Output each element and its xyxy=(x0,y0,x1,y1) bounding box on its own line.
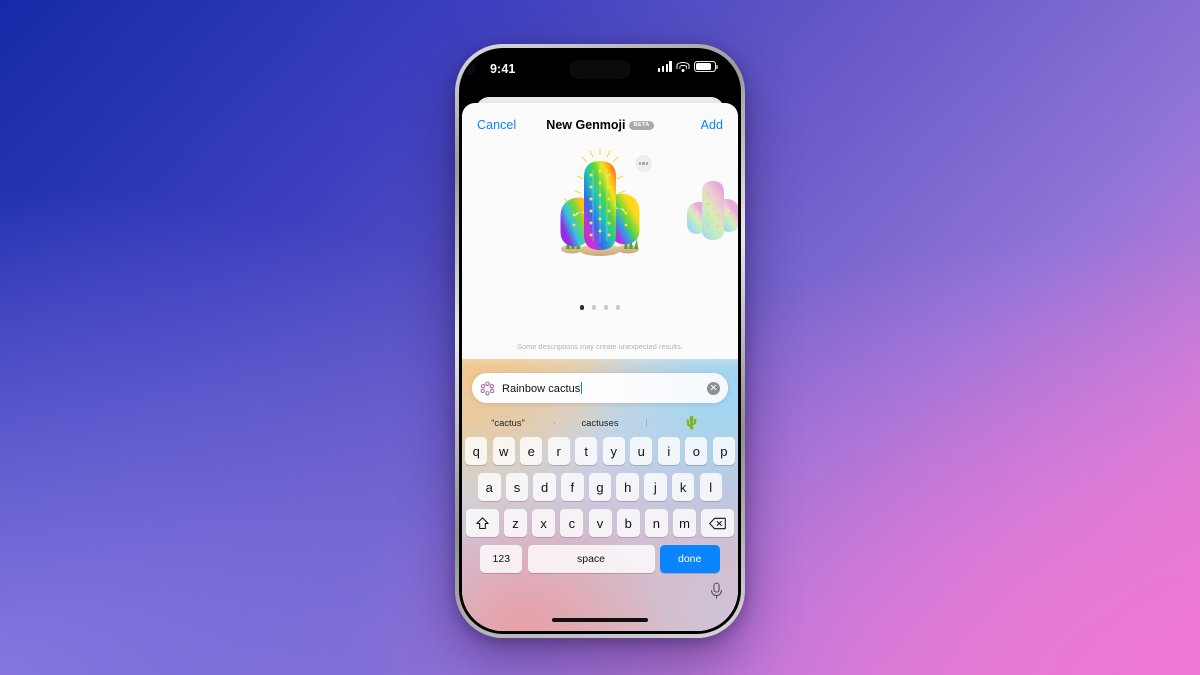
page-dot-1[interactable] xyxy=(579,305,585,310)
key-l[interactable]: l xyxy=(699,473,722,501)
cancel-button[interactable]: Cancel xyxy=(477,118,516,132)
key-h[interactable]: h xyxy=(616,473,639,501)
page-dot-2[interactable] xyxy=(591,305,597,310)
genmoji-preview-area: Some descriptions may create unexpected … xyxy=(462,147,738,359)
key-j[interactable]: j xyxy=(644,473,667,501)
prompt-input-row: Rainbow cactus xyxy=(472,373,728,403)
suggestion-2[interactable]: cactuses xyxy=(554,418,646,428)
predictive-text-bar: “cactus” cactuses 🌵 xyxy=(462,411,738,435)
page-dot-3[interactable] xyxy=(603,305,609,310)
add-button[interactable]: Add xyxy=(701,118,723,132)
wifi-icon xyxy=(676,61,690,72)
genmoji-description-input[interactable]: Rainbow cactus xyxy=(472,373,728,403)
page-title-text: New Genmoji xyxy=(546,118,626,132)
key-c[interactable]: c xyxy=(560,509,584,537)
input-value-text: Rainbow cactus xyxy=(502,382,581,395)
key-n[interactable]: n xyxy=(644,509,668,537)
key-s[interactable]: s xyxy=(505,473,529,501)
genmoji-carousel[interactable] xyxy=(462,149,738,279)
shift-icon[interactable] xyxy=(465,509,499,537)
status-time: 9:41 xyxy=(490,62,516,76)
sheet-navigation-bar: Cancel New Genmoji BETA Add xyxy=(462,103,738,147)
apple-intelligence-icon xyxy=(480,381,495,395)
iphone-device: 9:41 Cancel New Genmoji BETA Add Some de… xyxy=(455,44,745,638)
key-u[interactable]: u xyxy=(630,437,653,465)
key-k[interactable]: k xyxy=(671,473,695,501)
key-f[interactable]: f xyxy=(561,473,584,501)
status-indicators xyxy=(657,61,718,72)
key-b[interactable]: b xyxy=(616,509,640,537)
key-q[interactable]: q xyxy=(465,437,488,465)
carousel-page-dots[interactable] xyxy=(462,305,738,310)
rainbow-cactus-genmoji[interactable] xyxy=(550,149,650,261)
page-dot-4[interactable] xyxy=(615,305,621,310)
beta-badge: BETA xyxy=(629,121,654,130)
key-e[interactable]: e xyxy=(520,437,543,465)
keyboard-row-3: z x c v b n m xyxy=(465,509,735,537)
keyboard-region: Rainbow cactus “cactus” cactuses 🌵 q w e… xyxy=(462,325,738,631)
key-y[interactable]: y xyxy=(602,437,625,465)
signal-bars-icon xyxy=(657,61,672,72)
microphone-icon[interactable] xyxy=(709,582,724,605)
keyboard-row-1: q w e r t y u i o p xyxy=(465,437,735,465)
key-r[interactable]: r xyxy=(547,437,570,465)
key-v[interactable]: v xyxy=(588,509,612,537)
clear-text-icon[interactable] xyxy=(707,381,720,395)
backspace-icon[interactable] xyxy=(701,509,735,537)
key-g[interactable]: g xyxy=(588,473,612,501)
done-key[interactable]: done xyxy=(659,545,720,573)
status-bar: 9:41 xyxy=(462,51,738,91)
on-screen-keyboard: q w e r t y u i o p a s d f g h j k l z … xyxy=(462,437,738,631)
keyboard-row-2: a s d f g h j k l xyxy=(465,473,735,501)
key-t[interactable]: t xyxy=(575,437,598,465)
key-a[interactable]: a xyxy=(478,473,501,501)
key-d[interactable]: d xyxy=(533,473,556,501)
key-x[interactable]: x xyxy=(532,509,556,537)
keyboard-row-4: 123 space done xyxy=(465,545,735,573)
key-i[interactable]: i xyxy=(657,437,680,465)
phone-bezel: 9:41 Cancel New Genmoji BETA Add Some de… xyxy=(459,48,741,634)
suggestion-1[interactable]: “cactus” xyxy=(462,418,554,428)
disclaimer-text: Some descriptions may create unexpected … xyxy=(517,342,683,351)
suggestion-3-emoji[interactable]: 🌵 xyxy=(646,415,738,431)
rainbow-cactus-genmoji-variant[interactable] xyxy=(682,173,738,247)
input-value-display: Rainbow cactus xyxy=(502,381,700,395)
numbers-key[interactable]: 123 xyxy=(480,545,523,573)
genmoji-sheet: Cancel New Genmoji BETA Add Some descrip… xyxy=(462,103,738,631)
dynamic-island xyxy=(569,60,631,79)
key-p[interactable]: p xyxy=(712,437,735,465)
key-o[interactable]: o xyxy=(685,437,708,465)
key-w[interactable]: w xyxy=(492,437,515,465)
battery-icon xyxy=(694,61,718,72)
phone-screen: 9:41 Cancel New Genmoji BETA Add Some de… xyxy=(462,51,738,631)
home-indicator xyxy=(552,618,648,622)
key-m[interactable]: m xyxy=(673,509,697,537)
text-caret xyxy=(580,381,583,394)
front-camera-cutout xyxy=(462,62,475,75)
space-key[interactable]: space xyxy=(527,545,655,573)
key-z[interactable]: z xyxy=(503,509,527,537)
